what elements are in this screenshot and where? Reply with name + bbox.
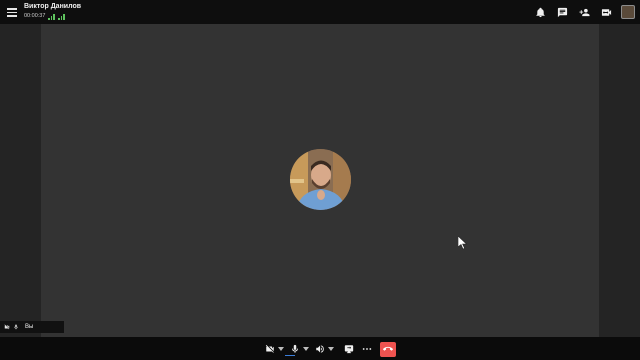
camera-off-icon — [4, 324, 10, 330]
camera-off-icon — [265, 344, 274, 353]
screen-share-icon — [344, 345, 354, 354]
caller-name: Виктор Данилов — [24, 3, 82, 10]
speaker-icon — [316, 345, 324, 353]
menu-icon[interactable] — [6, 6, 18, 18]
screen-share-button[interactable] — [344, 341, 354, 357]
signal-strength-icon — [58, 13, 66, 20]
header-actions — [532, 4, 636, 20]
self-label-text: Вы — [25, 324, 34, 330]
mic-active-indicator — [285, 355, 295, 356]
signal-strength-icon — [48, 13, 56, 20]
mouse-cursor-icon — [458, 236, 468, 250]
microphone-icon — [292, 344, 298, 353]
add-user-icon[interactable] — [576, 4, 592, 20]
more-icon — [362, 348, 372, 350]
speaker-button[interactable] — [315, 341, 336, 357]
self-view-thumbnail[interactable] — [620, 4, 636, 20]
self-view-label: Вы — [0, 321, 64, 333]
chevron-down-icon[interactable] — [276, 344, 286, 354]
hang-up-icon — [383, 346, 393, 351]
camera-toggle-button[interactable] — [265, 341, 286, 357]
chevron-down-icon[interactable] — [326, 344, 336, 354]
hang-up-button[interactable] — [380, 341, 396, 357]
chevron-down-icon[interactable] — [301, 344, 311, 354]
participant-avatar — [290, 149, 351, 210]
chat-icon[interactable] — [554, 4, 570, 20]
video-switch-icon[interactable] — [598, 4, 614, 20]
microphone-icon — [14, 324, 18, 330]
top-bar: Виктор Данилов 00:00:37 — [0, 0, 640, 24]
bell-icon[interactable] — [532, 4, 548, 20]
more-button[interactable] — [362, 341, 372, 357]
call-timer: 00:00:37 — [24, 13, 46, 19]
